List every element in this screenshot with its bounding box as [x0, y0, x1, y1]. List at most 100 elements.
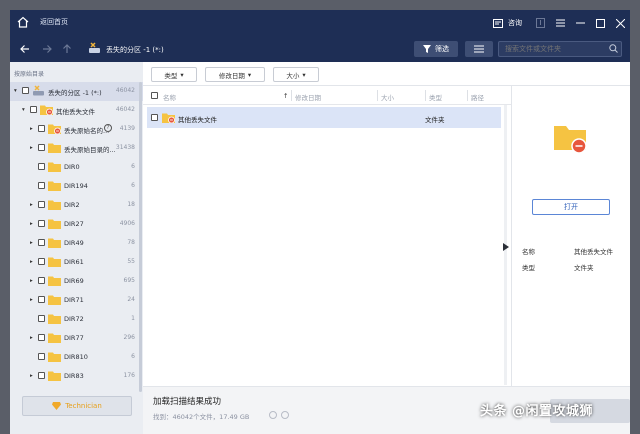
console-label[interactable]: 咨询 — [508, 18, 522, 28]
technician-button[interactable]: Technician — [22, 396, 132, 416]
sidebar-item-checkbox[interactable] — [38, 296, 45, 303]
chevron-down-icon: ▾ — [180, 70, 184, 79]
breadcrumb[interactable]: 丢失的分区 -1 (*:) — [106, 45, 164, 55]
sidebar-item-checkbox[interactable] — [30, 106, 37, 113]
sidebar-item-count: 176 — [123, 372, 135, 379]
sidebar-item[interactable]: ▸ 丢失原始目录的... 31438 — [10, 139, 143, 158]
sidebar-item-checkbox[interactable] — [38, 258, 45, 265]
sidebar-item[interactable]: ▸ DIR77 296 — [10, 329, 143, 348]
sidebar-item[interactable]: DIR0 6 — [10, 158, 143, 177]
sort-arrow-icon[interactable]: ↑ — [283, 92, 288, 100]
sidebar-item-label: 丢失原始名的... — [64, 127, 110, 135]
expand-arrow-icon[interactable]: ▾ — [22, 107, 25, 113]
close-icon[interactable] — [610, 10, 630, 36]
table-row[interactable]: 其他丢失文件 文件夹 — [147, 107, 501, 128]
column-divider[interactable] — [425, 90, 426, 101]
sidebar-item-checkbox[interactable] — [38, 182, 45, 189]
back-arrow-icon[interactable] — [18, 42, 32, 56]
collapse-arrow-icon[interactable]: ▸ — [30, 335, 33, 341]
up-arrow-icon[interactable] — [60, 42, 74, 56]
modified-dropdown[interactable]: 修改日期 ▾ — [205, 67, 265, 82]
search-icon[interactable] — [609, 44, 618, 53]
collapse-arrow-icon[interactable]: ▸ — [30, 126, 33, 132]
column-divider[interactable] — [377, 90, 378, 101]
collapse-arrow-icon[interactable]: ▸ — [30, 297, 33, 303]
row-checkbox[interactable] — [151, 114, 158, 121]
pause-icon[interactable] — [269, 411, 277, 419]
sidebar-item[interactable]: ▸ DIR71 24 — [10, 291, 143, 310]
lost-folder-icon — [48, 124, 61, 134]
column-modified[interactable]: 修改日期 — [295, 92, 321, 102]
sidebar-item-checkbox[interactable] — [38, 239, 45, 246]
sidebar-item-count: 6 — [131, 163, 135, 170]
sidebar-item[interactable]: ▸ DIR61 55 — [10, 253, 143, 272]
open-button[interactable]: 打开 — [532, 199, 610, 215]
collapse-arrow-icon[interactable]: ▸ — [30, 278, 33, 284]
sidebar-item[interactable]: DIR810 6 — [10, 348, 143, 367]
sidebar-item-checkbox[interactable] — [38, 201, 45, 208]
sidebar-item[interactable]: ▸ DIR69 695 — [10, 272, 143, 291]
sidebar-item[interactable]: ▸ DIR27 4906 — [10, 215, 143, 234]
sidebar-item[interactable]: ▸ 丢失原始名的...? 4139 — [10, 120, 143, 139]
filter-button[interactable]: 筛选 — [414, 41, 458, 57]
drive-icon — [33, 85, 44, 96]
forward-arrow-icon[interactable] — [40, 42, 54, 56]
column-size[interactable]: 大小 — [381, 92, 394, 102]
size-dropdown[interactable]: 大小 ▾ — [273, 67, 319, 82]
menu-icon[interactable] — [550, 10, 570, 36]
collapse-arrow-icon[interactable]: ▸ — [30, 145, 33, 151]
sidebar-item-label: DIR69 — [64, 277, 84, 285]
folder-icon — [48, 314, 61, 324]
home-icon[interactable] — [16, 15, 30, 29]
sidebar-item-checkbox[interactable] — [38, 125, 45, 132]
list-header: 名称 ↑ 修改日期 大小 类型 路径 — [143, 86, 511, 105]
title-bar: 返回首页 咨询 — [10, 10, 630, 36]
sidebar-item-count: 4906 — [119, 220, 135, 227]
sidebar-item-checkbox[interactable] — [38, 163, 45, 170]
column-divider[interactable] — [467, 90, 468, 101]
sidebar-item-count: 6 — [131, 182, 135, 189]
collapse-arrow-icon[interactable]: ▸ — [30, 240, 33, 246]
sidebar-item[interactable]: ▸ DIR83 176 — [10, 367, 143, 386]
sidebar-item-checkbox[interactable] — [38, 334, 45, 341]
sidebar-item-checkbox[interactable] — [38, 353, 45, 360]
sidebar-item-checkbox[interactable] — [38, 372, 45, 379]
type-dropdown[interactable]: 类型 ▾ — [151, 67, 197, 82]
sidebar-item-checkbox[interactable] — [38, 144, 45, 151]
expand-arrow-icon[interactable]: ▾ — [14, 88, 17, 94]
sidebar-item[interactable]: ▸ DIR49 78 — [10, 234, 143, 253]
back-home-link[interactable]: 返回首页 — [40, 17, 68, 27]
column-type[interactable]: 类型 — [429, 92, 442, 102]
collapse-panel-icon[interactable] — [503, 243, 509, 251]
sidebar-item-count: 46042 — [115, 87, 135, 94]
maximize-icon[interactable] — [590, 10, 610, 36]
sidebar-item-checkbox[interactable] — [22, 87, 29, 94]
collapse-arrow-icon[interactable]: ▸ — [30, 259, 33, 265]
collapse-arrow-icon[interactable]: ▸ — [30, 373, 33, 379]
column-divider[interactable] — [291, 90, 292, 101]
view-menu-button[interactable] — [465, 41, 493, 57]
window-controls: 咨询 — [488, 10, 630, 36]
sidebar-item-checkbox[interactable] — [38, 220, 45, 227]
sidebar-item[interactable]: DIR194 6 — [10, 177, 143, 196]
stop-icon[interactable] — [281, 411, 289, 419]
property-row: 类型 文件夹 — [522, 262, 627, 278]
column-name[interactable]: 名称 — [163, 92, 176, 102]
help-icon[interactable]: ? — [104, 124, 112, 132]
sidebar-item[interactable]: ▾ 其他丢失文件 46042 — [10, 101, 143, 120]
select-all-checkbox[interactable] — [151, 92, 158, 99]
sidebar-scrollbar[interactable] — [139, 82, 142, 392]
sidebar-item[interactable]: ▸ DIR2 18 — [10, 196, 143, 215]
minimize-icon[interactable] — [570, 10, 590, 36]
column-path[interactable]: 路径 — [471, 92, 484, 102]
collapse-arrow-icon[interactable]: ▸ — [30, 221, 33, 227]
sidebar-item-checkbox[interactable] — [38, 277, 45, 284]
upload-icon[interactable] — [530, 10, 550, 36]
sidebar-item-checkbox[interactable] — [38, 315, 45, 322]
sidebar-item[interactable]: ▾ 丢失的分区 -1 (*:) 46042 — [10, 82, 143, 101]
console-icon[interactable] — [488, 10, 508, 36]
search-input[interactable] — [498, 41, 622, 57]
property-row: 名称 其他丢失文件 — [522, 246, 627, 262]
sidebar-item[interactable]: DIR72 1 — [10, 310, 143, 329]
collapse-arrow-icon[interactable]: ▸ — [30, 202, 33, 208]
